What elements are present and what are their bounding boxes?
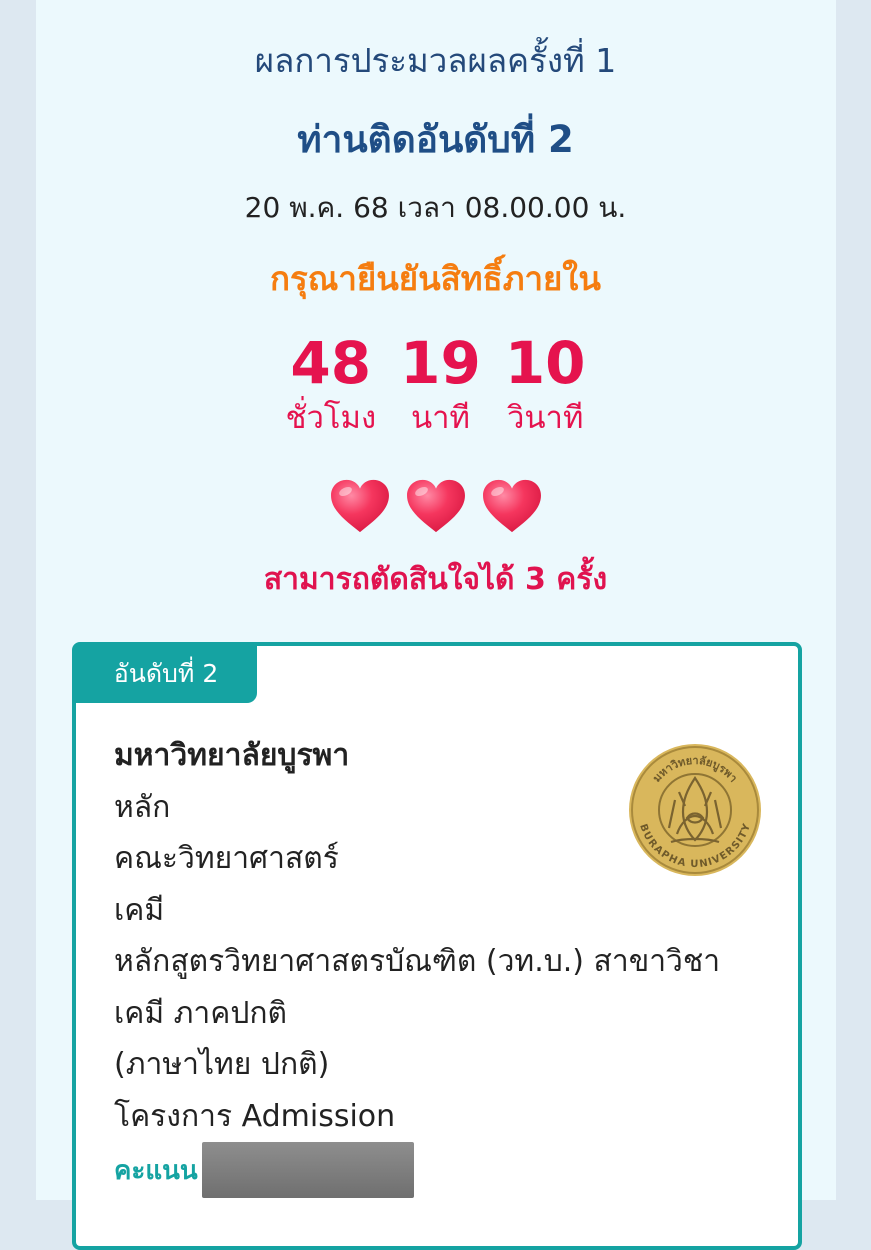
program-name-line1: หลักสูตรวิทยาศาสตรบัณฑิต (วท.บ.) สาขาวิช… [114,944,721,979]
countdown-timer: 48 ชั่วโมง 19 นาที 10 วินาที [0,330,871,440]
rank-tab: อันดับที่ 2 [75,645,257,703]
countdown-hours-value: 48 [290,329,372,397]
countdown-hours-label: ชั่วโมง [285,400,377,436]
score-row: คะแนน [114,1142,414,1198]
heart-icon [330,479,389,533]
major-name: เคมี [114,892,165,928]
heart-icon [482,479,541,533]
announcement-datetime: 20 พ.ค. 68 เวลา 08.00.00 น. [244,191,627,224]
score-label: คะแนน [114,1155,198,1186]
heart-icon [406,479,465,533]
score-redacted [201,1142,414,1198]
countdown-minutes-label: นาที [410,400,470,436]
admission-project: โครงการ Admission [114,1098,396,1134]
decision-chances-text: สามารถตัดสินใจได้ 3 ครั้ง [263,562,608,597]
countdown-seconds: 10 วินาที [505,330,586,440]
rank-card[interactable]: อันดับที่ 2 มหาวิทยาลัยบูรพา หลัก คณะวิท… [72,642,802,1250]
countdown-hours: 48 ชั่วโมง [285,330,376,440]
countdown-minutes: 19 นาที [400,330,481,440]
round-title: ผลการประมวลผลครั้งที่ 1 [254,41,617,80]
program-language: (ภาษาไทย ปกติ) [114,1047,330,1082]
countdown-seconds-label: วินาที [506,400,584,436]
rank-title: ท่านติดอันดับที่ 2 [297,118,574,161]
countdown-seconds-value: 10 [504,329,586,397]
countdown-minutes-value: 19 [400,329,481,397]
program-name-line2: เคมี ภาคปกติ [114,995,288,1031]
confirm-prompt: กรุณายืนยันสิทธิ์ภายใน [270,259,601,298]
decision-hearts [0,478,871,534]
university-seal-icon: มหาวิทยาลัยบูรพา BURAPHA UNIVERSITY [629,744,761,876]
